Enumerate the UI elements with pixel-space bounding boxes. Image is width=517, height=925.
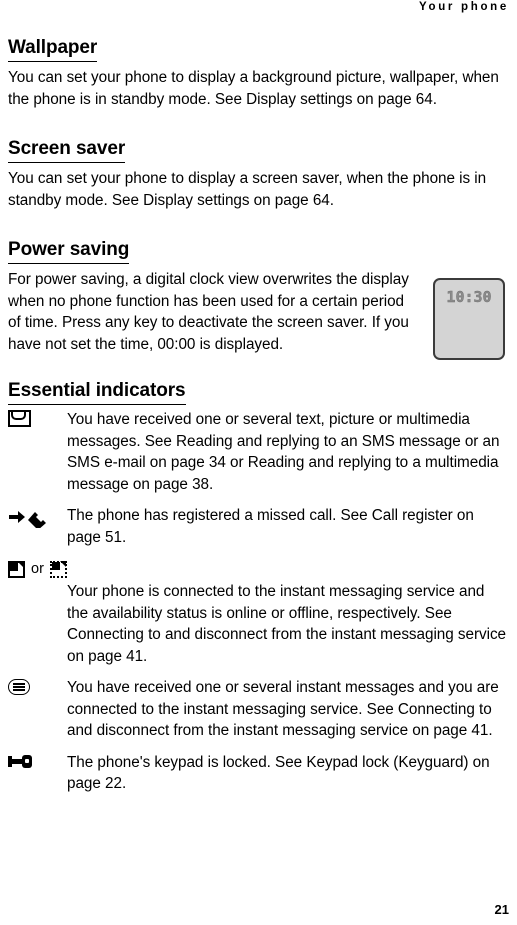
indicator-text-im-status: Your phone is connected to the instant m…: [67, 583, 507, 665]
indicator-icon-cell: [8, 678, 66, 702]
indicator-row-messages: You have received one or several text, p…: [8, 409, 509, 495]
section-screen-saver: Screen saver You can set your phone to d…: [8, 137, 509, 211]
indicator-row-im-messages: You have received one or several instant…: [8, 677, 509, 742]
indicator-text-im-messages: You have received one or several instant…: [67, 679, 499, 739]
heading-wrap: Power saving: [8, 238, 509, 264]
indicator-list: You have received one or several text, p…: [8, 409, 509, 795]
indicator-icon-cell: [8, 410, 66, 434]
section-heading-screen-saver: Screen saver: [8, 137, 125, 163]
page-content: Wallpaper You can set your phone to disp…: [8, 36, 509, 822]
section-essential-indicators: Essential indicators You have received o…: [8, 379, 509, 795]
clock-time-display: 10:30: [446, 288, 492, 306]
section-heading-power-saving: Power saving: [8, 238, 129, 264]
im-message-icon: [8, 678, 30, 695]
section-heading-wallpaper: Wallpaper: [8, 36, 97, 62]
section-body-power-saving: For power saving, a digital clock view o…: [8, 271, 409, 353]
icon-or-label: or: [31, 561, 44, 577]
im-offline-icon: [49, 560, 67, 578]
page-number: 21: [494, 902, 509, 917]
section-body-wallpaper: You can set your phone to display a back…: [8, 69, 499, 108]
running-header: Your phone: [418, 1, 509, 13]
im-online-icon: [8, 560, 25, 578]
indicator-row-missed-call: The phone has registered a missed call. …: [8, 505, 509, 548]
missed-call-icon: [8, 506, 48, 528]
indicator-text-keypad-lock: The phone's keypad is locked. See Keypad…: [67, 753, 490, 793]
indicator-row-im-status: or Your phone is connected to the instan…: [8, 558, 509, 667]
indicator-icon-line: or: [8, 558, 509, 580]
power-saving-row: For power saving, a digital clock view o…: [8, 269, 509, 360]
indicator-icon-cell: [8, 753, 66, 777]
section-body-screen-saver: You can set your phone to display a scre…: [8, 170, 487, 209]
section-wallpaper: Wallpaper You can set your phone to disp…: [8, 36, 509, 110]
heading-wrap: Screen saver: [8, 137, 509, 163]
section-heading-essential-indicators: Essential indicators: [8, 379, 186, 405]
indicator-icon-cell: [8, 506, 66, 530]
digital-clock-screen-figure: 10:30: [433, 278, 505, 360]
heading-wrap: Essential indicators: [8, 379, 509, 405]
indicator-text-missed-call: The phone has registered a missed call. …: [67, 507, 474, 546]
section-power-saving: Power saving For power saving, a digital…: [8, 238, 509, 360]
keypad-lock-icon: [8, 754, 32, 768]
indicator-row-keypad-lock: The phone's keypad is locked. See Keypad…: [8, 752, 509, 795]
indicator-text-messages: You have received one or several text, p…: [67, 411, 500, 493]
envelope-icon: [8, 410, 31, 428]
heading-wrap: Wallpaper: [8, 36, 509, 62]
manual-page: Your phone Wallpaper You can set your ph…: [0, 0, 517, 925]
